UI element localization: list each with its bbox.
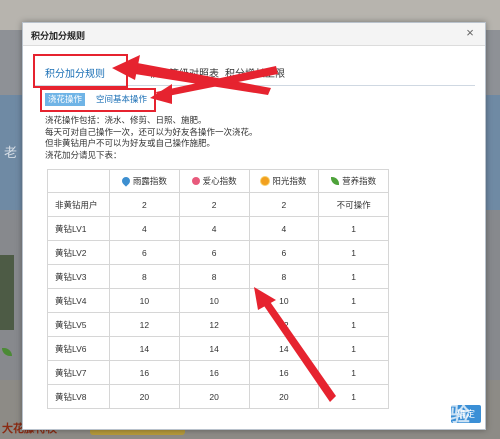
table-header-label: 阳光指数	[272, 176, 307, 186]
table-cell: 10	[178, 288, 250, 313]
table-row: 黄钻LV3 8 8 8 1	[47, 264, 389, 289]
drop-icon	[120, 175, 132, 187]
table-cell: 12	[248, 312, 320, 337]
annotation-box-subtab	[40, 88, 156, 112]
heart-icon	[191, 177, 200, 185]
table-row-label: 黄钻LV2	[47, 240, 110, 265]
dialog-title: 积分加分规则	[31, 31, 86, 41]
table-cell: 不可操作	[318, 192, 389, 217]
table-cell: 8	[248, 264, 320, 289]
table-cell: 1	[318, 240, 389, 265]
table-cell: 1	[318, 288, 389, 313]
table-header-label: 雨露指数	[132, 176, 167, 186]
table-cell: 20	[109, 384, 180, 409]
table-cell: 4	[178, 216, 250, 241]
description-line: 浇花加分请见下表：	[45, 149, 122, 160]
description-line: 但非黄钻用户不可以为好友或自己操作施肥。	[45, 138, 216, 148]
background-text: 老	[4, 146, 18, 161]
table-row: 非黄钻用户 2 2 2 不可操作	[47, 192, 389, 217]
table-cell: 10	[109, 288, 180, 313]
table-row: 黄钻LV7 16 16 16 1	[47, 360, 389, 385]
table-cell: 1	[318, 312, 389, 337]
table-row-label: 黄钻LV3	[47, 264, 110, 289]
points-table: 雨露指数 爱心指数 阳光指数 营养指数 非黄钻用户 2 2 2 不可操作 黄钻LV1 4 4 4…	[47, 169, 389, 409]
background-photo	[0, 255, 14, 330]
table-row: 黄钻LV8 20 20 20 1	[47, 384, 389, 409]
table-cell: 1	[318, 216, 389, 241]
leaf-icon	[331, 177, 340, 185]
table-cell: 2	[109, 192, 180, 217]
sun-icon	[261, 177, 270, 185]
table-row-label: 黄钻LV7	[47, 360, 110, 385]
tab-growth-limit[interactable]: 积分增长上限	[225, 65, 285, 80]
table-row: 黄钻LV2 6 6 6 1	[47, 240, 389, 265]
table-row-label: 黄钻LV4	[47, 288, 110, 313]
table-row-label: 黄钻LV1	[47, 216, 110, 241]
table-cell: 16	[178, 360, 250, 385]
table-cell: 4	[248, 216, 320, 241]
table-header-blank	[47, 169, 110, 193]
table-cell: 1	[318, 264, 389, 289]
table-row: 黄钻LV1 4 4 4 1	[47, 216, 389, 241]
table-cell: 2	[248, 192, 320, 217]
table-cell: 8	[109, 264, 180, 289]
table-row: 黄钻LV5 12 12 12 1	[47, 312, 389, 337]
table-cell: 8	[178, 264, 250, 289]
table-cell: 16	[109, 360, 180, 385]
table-cell: 10	[248, 288, 320, 313]
table-cell: 12	[178, 312, 250, 337]
table-cell: 12	[109, 312, 180, 337]
table-row: 黄钻LV6 14 14 14 1	[47, 336, 389, 361]
table-cell: 16	[248, 360, 320, 385]
table-header-sun: 阳光指数	[248, 169, 320, 193]
table-header-nutrient: 营养指数	[318, 169, 389, 193]
description-line: 每天可对自己操作一次，还可以为好友各操作一次浇花。	[45, 126, 258, 137]
table-cell: 1	[318, 360, 389, 385]
table-cell: 6	[178, 240, 250, 265]
table-body: 非黄钻用户 2 2 2 不可操作 黄钻LV1 4 4 4 1 黄钻LV2 6 6 6 1 黄钻LV3 8 8 8 1 黄…	[47, 192, 389, 409]
table-cell: 20	[248, 384, 320, 409]
close-icon[interactable]: ×	[463, 26, 477, 40]
table-cell: 14	[109, 336, 180, 361]
annotation-box-tab	[33, 54, 128, 88]
table-header-label: 营养指数	[342, 176, 377, 186]
description-line: 浇花操作包括：浇水、修剪、日照、施肥。	[45, 115, 207, 125]
table-cell: 4	[109, 216, 180, 241]
table-cell: 1	[318, 384, 389, 409]
table-header-rain: 雨露指数	[109, 169, 180, 193]
table-row: 黄钻LV4 10 10 10 1	[47, 288, 389, 313]
table-header-love: 爱心指数	[178, 169, 250, 193]
table-cell: 6	[109, 240, 180, 265]
table-row-label: 黄钻LV5	[47, 312, 110, 337]
table-header-row: 雨露指数 爱心指数 阳光指数 营养指数	[47, 169, 389, 193]
table-header-label: 爱心指数	[202, 176, 237, 186]
dialog-header: 积分加分规则 ×	[23, 23, 485, 46]
watermark: Bai 经验	[387, 402, 470, 426]
tab-level-table[interactable]: 积分等级对照表	[149, 65, 219, 80]
table-row-label: 黄钻LV6	[47, 336, 110, 361]
table-cell: 2	[178, 192, 250, 217]
rules-description: 浇花操作包括：浇水、修剪、日照、施肥。 每天可对自己操作一次，还可以为好友各操作…	[45, 115, 465, 161]
table-cell: 14	[178, 336, 250, 361]
table-cell: 14	[248, 336, 320, 361]
table-row-label: 非黄钻用户	[47, 192, 110, 217]
table-row-label: 黄钻LV8	[47, 384, 110, 409]
table-cell: 1	[318, 336, 389, 361]
table-cell: 6	[248, 240, 320, 265]
table-cell: 20	[178, 384, 250, 409]
